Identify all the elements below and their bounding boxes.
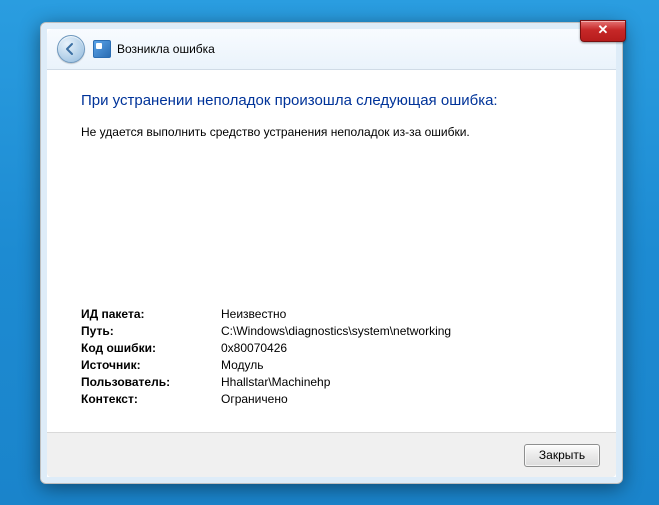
detail-value: Неизвестно — [221, 306, 582, 323]
detail-row-source: Источник: Модуль — [81, 357, 582, 374]
error-details: ИД пакета: Неизвестно Путь: C:\Windows\d… — [81, 306, 582, 418]
error-description: Не удается выполнить средство устранения… — [81, 125, 582, 139]
detail-row-context: Контекст: Ограничено — [81, 391, 582, 408]
detail-row-path: Путь: C:\Windows\diagnostics\system\netw… — [81, 323, 582, 340]
dialog-footer: Закрыть — [47, 432, 616, 477]
app-icon — [93, 40, 111, 58]
back-button[interactable] — [57, 35, 85, 63]
content-area: При устранении неполадок произошла следу… — [47, 70, 616, 432]
detail-label: ИД пакета: — [81, 306, 221, 323]
detail-value: Модуль — [221, 357, 582, 374]
detail-value: Ограничено — [221, 391, 582, 408]
detail-row-user: Пользователь: Hhallstar\Machinehp — [81, 374, 582, 391]
detail-label: Источник: — [81, 357, 221, 374]
error-heading: При устранении неполадок произошла следу… — [81, 92, 582, 109]
window-title: Возникла ошибка — [117, 42, 215, 56]
detail-value: C:\Windows\diagnostics\system\networking — [221, 323, 582, 340]
detail-row-error-code: Код ошибки: 0x80070426 — [81, 340, 582, 357]
detail-label: Код ошибки: — [81, 340, 221, 357]
window-close-button[interactable]: ✕ — [580, 20, 626, 42]
back-arrow-icon — [63, 42, 77, 56]
close-icon: ✕ — [598, 22, 609, 37]
close-button[interactable]: Закрыть — [524, 444, 600, 467]
desktop-background: ✕ Возникла ошибка При устранении неполад… — [0, 0, 659, 505]
detail-value: 0x80070426 — [221, 340, 582, 357]
troubleshooter-error-window: ✕ Возникла ошибка При устранении неполад… — [40, 22, 623, 484]
titlebar: Возникла ошибка — [47, 29, 616, 70]
detail-row-package-id: ИД пакета: Неизвестно — [81, 306, 582, 323]
detail-label: Контекст: — [81, 391, 221, 408]
detail-label: Пользователь: — [81, 374, 221, 391]
detail-value: Hhallstar\Machinehp — [221, 374, 582, 391]
detail-label: Путь: — [81, 323, 221, 340]
